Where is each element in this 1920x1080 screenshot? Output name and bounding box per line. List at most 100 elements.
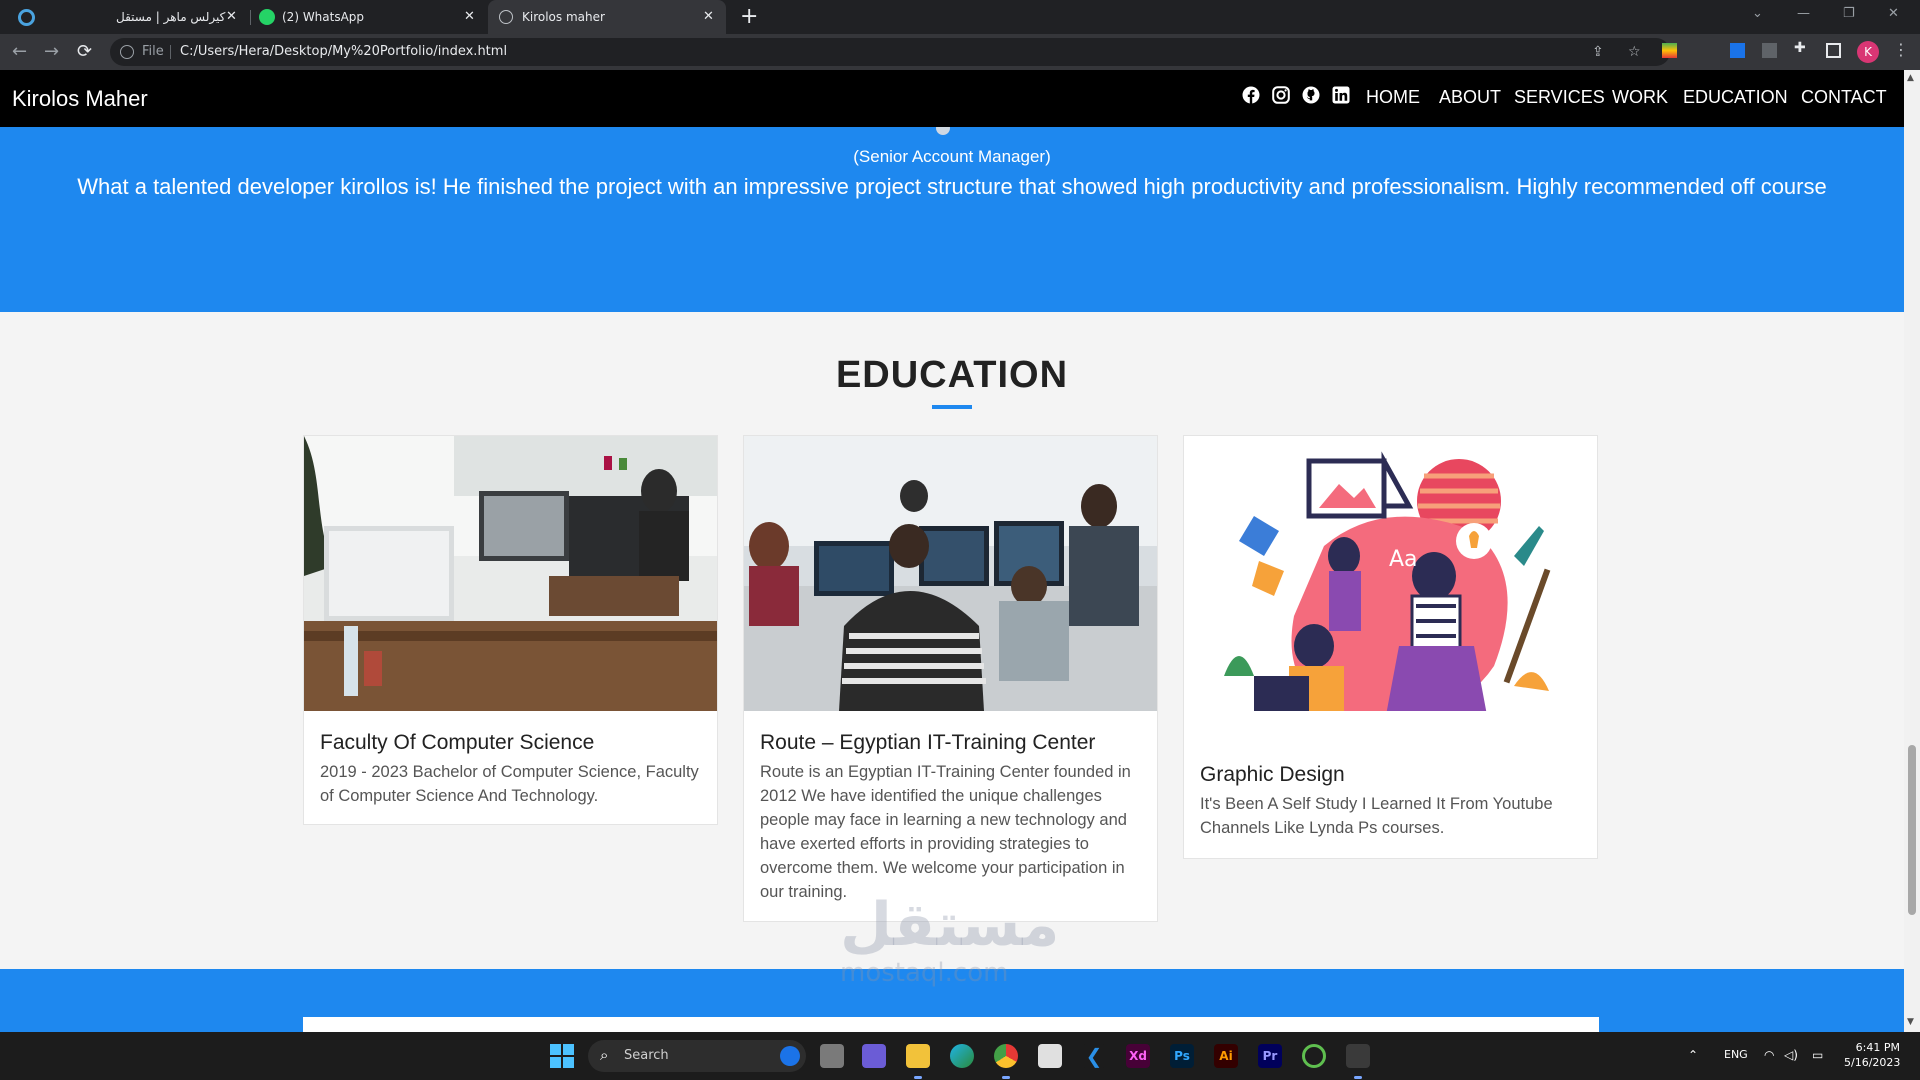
photoshop-icon[interactable]: Ps bbox=[1170, 1044, 1194, 1068]
scroll-down-icon[interactable]: ▼ bbox=[1907, 1017, 1914, 1027]
nav-education[interactable]: EDUCATION bbox=[1683, 87, 1788, 108]
scroll-up-icon[interactable]: ▲ bbox=[1907, 73, 1914, 83]
tab-label: كيرلس ماهر | مستقل bbox=[116, 10, 226, 24]
tab-close-icon[interactable]: ✕ bbox=[464, 9, 475, 24]
restore-button[interactable]: ❐ bbox=[1843, 6, 1855, 21]
education-card: Faculty Of Computer Science 2019 - 2023 … bbox=[303, 435, 718, 825]
teams-chat-icon[interactable] bbox=[862, 1044, 886, 1068]
testimonial-quote: What a talented developer kirollos is! H… bbox=[77, 174, 1827, 199]
graphic-design-illustration: Aa bbox=[1184, 436, 1597, 711]
volume-icon[interactable]: ◁) bbox=[1784, 1048, 1798, 1062]
tab-whatsapp[interactable]: (2) WhatsApp ✕ bbox=[252, 0, 482, 34]
tab-close-icon[interactable]: ✕ bbox=[703, 9, 714, 24]
tray-overflow-icon[interactable]: ⌃ bbox=[1688, 1048, 1698, 1062]
system-clock[interactable]: 6:41 PM 5/16/2023 bbox=[1844, 1040, 1900, 1070]
task-view-icon[interactable] bbox=[820, 1044, 844, 1068]
edge-icon[interactable] bbox=[950, 1044, 974, 1068]
education-card: Aa Graphic Design It's Been A Self Study… bbox=[1183, 435, 1598, 859]
profile-avatar[interactable]: K bbox=[1857, 41, 1879, 63]
divider bbox=[170, 45, 171, 59]
search-label: Search bbox=[624, 1048, 669, 1063]
browser-toolbar: ← → ⟳ File C:/Users/Hera/Desktop/My%20Po… bbox=[0, 34, 1920, 70]
tab-close-icon[interactable]: ✕ bbox=[226, 9, 237, 24]
linkedin-icon[interactable] bbox=[1332, 86, 1350, 104]
extensions-puzzle-icon[interactable]: ✚ bbox=[1794, 40, 1809, 56]
download-icon[interactable] bbox=[1730, 43, 1745, 58]
minimize-button[interactable]: — bbox=[1797, 6, 1810, 21]
card-title: Faculty Of Computer Science bbox=[320, 731, 595, 754]
bing-icon[interactable] bbox=[780, 1046, 800, 1066]
tab-kirolos-maher[interactable]: Kirolos maher ✕ bbox=[488, 0, 726, 34]
tab-mostaql[interactable]: كيرلس ماهر | مستقل ✕ bbox=[48, 0, 248, 34]
page-viewport: Kirolos Maher HOME ABOUT SERVICES WORK E… bbox=[0, 70, 1904, 1032]
close-window-button[interactable]: ✕ bbox=[1888, 6, 1899, 21]
back-button[interactable]: ← bbox=[12, 41, 27, 62]
language-indicator[interactable]: ENG bbox=[1724, 1048, 1748, 1061]
tab-label: Kirolos maher bbox=[522, 10, 605, 24]
info-icon[interactable] bbox=[120, 45, 134, 59]
site-navbar: Kirolos Maher HOME ABOUT SERVICES WORK E… bbox=[0, 70, 1904, 127]
cast-icon[interactable] bbox=[1762, 43, 1777, 58]
site-brand[interactable]: Kirolos Maher bbox=[12, 86, 148, 112]
start-button[interactable] bbox=[550, 1044, 574, 1068]
scroll-thumb[interactable] bbox=[1908, 745, 1916, 915]
browser-tab-bar: كيرلس ماهر | مستقل ✕ (2) WhatsApp ✕ Kiro… bbox=[0, 0, 1920, 34]
bookmark-star-icon[interactable]: ☆ bbox=[1628, 44, 1641, 60]
whatsapp-icon bbox=[259, 9, 275, 25]
testimonial-section: (Senior Account Manager) What a talented… bbox=[0, 121, 1904, 312]
extension-icon[interactable] bbox=[1662, 43, 1677, 58]
github-icon[interactable] bbox=[1302, 86, 1320, 104]
clock-date: 5/16/2023 bbox=[1844, 1056, 1901, 1069]
nav-work[interactable]: WORK bbox=[1612, 87, 1668, 108]
side-panel-icon[interactable] bbox=[1826, 43, 1841, 58]
share-icon[interactable]: ⇪ bbox=[1592, 44, 1604, 60]
windows-taskbar: ⌕ Search ❮ Xd Ps Ai Pr ⌃ ENG ◠ ◁) ▭ 6:41… bbox=[0, 1032, 1920, 1080]
nav-services[interactable]: SERVICES bbox=[1514, 87, 1605, 108]
illustrator-icon[interactable]: Ai bbox=[1214, 1044, 1238, 1068]
globe-icon bbox=[499, 10, 513, 24]
battery-icon[interactable]: ▭ bbox=[1812, 1048, 1823, 1062]
card-title: Graphic Design bbox=[1200, 763, 1345, 786]
tab-label: (2) WhatsApp bbox=[282, 10, 365, 24]
store-icon[interactable] bbox=[1038, 1044, 1062, 1068]
tab-search-icon[interactable]: ⌄ bbox=[1752, 6, 1763, 21]
new-tab-button[interactable]: + bbox=[740, 4, 758, 29]
nav-about[interactable]: ABOUT bbox=[1439, 87, 1501, 108]
file-explorer-icon[interactable] bbox=[906, 1044, 930, 1068]
facebook-icon[interactable] bbox=[1242, 86, 1260, 104]
testimonial-role: (Senior Account Manager) bbox=[853, 147, 1051, 166]
contact-form-card bbox=[303, 1017, 1599, 1032]
active-indicator bbox=[1002, 1076, 1010, 1079]
card-title: Route – Egyptian IT-Training Center bbox=[760, 731, 1096, 754]
screen-recorder-icon[interactable] bbox=[1302, 1044, 1326, 1068]
mostaql-watermark: مستقل bbox=[840, 890, 1060, 960]
search-icon: ⌕ bbox=[600, 1046, 609, 1064]
mostaql-watermark-url: mostaql.com bbox=[840, 958, 1009, 988]
card-description: Route is an Egyptian IT-Training Center … bbox=[760, 763, 1131, 901]
nav-home[interactable]: HOME bbox=[1366, 87, 1420, 108]
premiere-icon[interactable]: Pr bbox=[1258, 1044, 1282, 1068]
instagram-icon[interactable] bbox=[1272, 86, 1290, 104]
browser-app-icon bbox=[18, 9, 35, 26]
nav-contact[interactable]: CONTACT bbox=[1801, 87, 1887, 108]
education-card: Route – Egyptian IT-Training Center Rout… bbox=[743, 435, 1158, 922]
url-text[interactable]: C:/Users/Hera/Desktop/My%20Portfolio/ind… bbox=[180, 44, 507, 59]
forward-button[interactable]: → bbox=[44, 41, 59, 62]
office-desk-photo bbox=[304, 436, 717, 711]
adobe-xd-icon[interactable]: Xd bbox=[1126, 1044, 1150, 1068]
reload-button[interactable]: ⟳ bbox=[77, 41, 92, 62]
chrome-icon[interactable] bbox=[994, 1044, 1018, 1068]
card-description: It's Been A Self Study I Learned It From… bbox=[1200, 795, 1553, 837]
taskbar-search[interactable]: ⌕ Search bbox=[588, 1040, 806, 1072]
active-indicator bbox=[914, 1076, 922, 1079]
browser-menu-icon[interactable]: ⋮ bbox=[1893, 40, 1909, 59]
page-scrollbar[interactable]: ▲ ▼ bbox=[1904, 70, 1920, 1032]
education-heading: EDUCATION bbox=[835, 354, 1069, 396]
svg-text:Aa: Aa bbox=[1389, 547, 1418, 572]
address-bar[interactable]: File C:/Users/Hera/Desktop/My%20Portfoli… bbox=[110, 38, 1670, 66]
snipping-tool-icon[interactable] bbox=[1346, 1044, 1370, 1068]
wifi-icon[interactable]: ◠ bbox=[1764, 1048, 1774, 1062]
vscode-icon[interactable]: ❮ bbox=[1082, 1044, 1106, 1068]
scheme-label: File bbox=[142, 44, 164, 59]
tab-separator bbox=[250, 10, 251, 25]
